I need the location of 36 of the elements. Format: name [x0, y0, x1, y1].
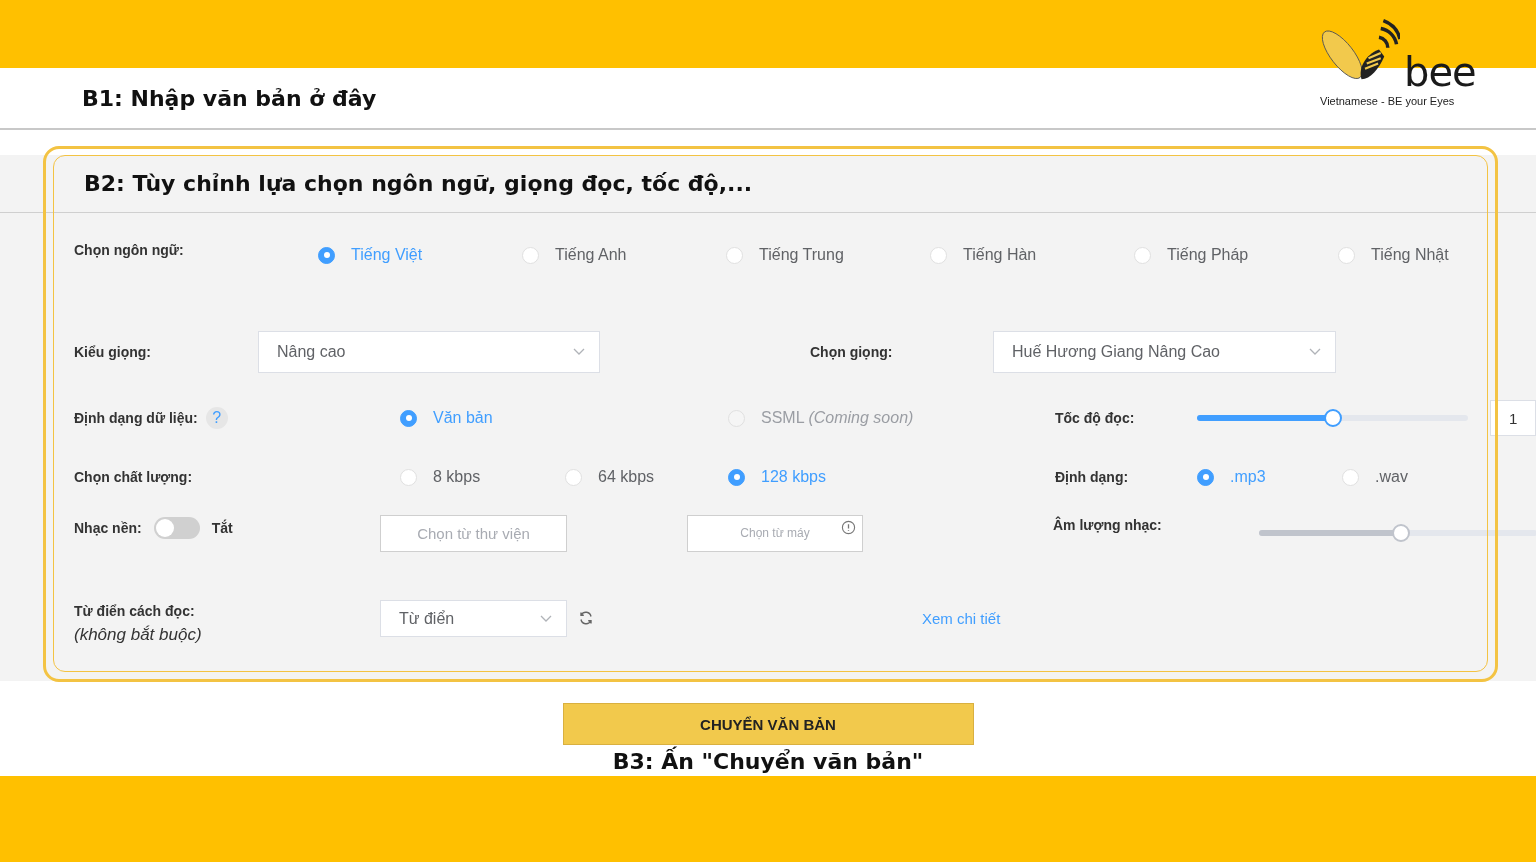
speed-input[interactable]: 1	[1490, 400, 1536, 436]
radio-option[interactable]: .wav	[1342, 468, 1492, 486]
dictionary-select[interactable]: Từ điển	[380, 600, 567, 637]
field-label: Chọn giọng:	[810, 344, 894, 360]
radio-option[interactable]: Tiếng Anh	[522, 246, 726, 264]
field-label: Định dạng dữ liệu:	[74, 410, 198, 426]
slider-handle[interactable]	[1391, 524, 1410, 542]
optional-note: (không bắt buộc)	[74, 625, 203, 645]
chevron-down-icon	[1309, 348, 1321, 356]
logo-tagline: Vietnamese - BE your Eyes	[1320, 95, 1455, 107]
info-icon	[841, 519, 856, 535]
toggle-switch[interactable]	[153, 517, 200, 539]
chevron-down-icon	[573, 348, 585, 356]
field-label: Chọn ngôn ngữ:	[74, 242, 185, 258]
radio-option[interactable]: 8 kbps	[400, 468, 565, 486]
field-label: Nhạc nền:	[74, 520, 142, 536]
field-label: Định dạng:	[1055, 469, 1130, 485]
chevron-down-icon	[540, 614, 552, 623]
field-label: Chọn chất lượng:	[74, 469, 194, 485]
convert-button[interactable]: CHUYỂN VĂN BẢN	[562, 703, 974, 745]
step-heading: B1: Nhập văn bản ở đây	[82, 85, 377, 111]
toggle-state: Tắt	[211, 520, 233, 536]
voice-type-select[interactable]: Nâng cao	[258, 331, 600, 373]
field-label: Kiểu giọng:	[74, 344, 152, 360]
radio-option[interactable]: Tiếng Pháp	[1134, 246, 1338, 264]
radio-option[interactable]: 64 kbps	[565, 468, 728, 486]
field-label: Âm lượng nhạc:	[1053, 517, 1163, 533]
field-label: Tốc độ đọc:	[1055, 410, 1136, 426]
radio-option[interactable]: Tiếng Nhật	[1338, 246, 1536, 264]
voice-select[interactable]: Huế Hương Giang Nâng Cao	[993, 331, 1336, 373]
step-heading: B2: Tùy chỉnh lựa chọn ngôn ngữ, giọng đọc, tốc độ,...	[84, 171, 753, 196]
refresh-icon[interactable]	[578, 610, 594, 626]
slider-handle[interactable]	[1323, 409, 1342, 427]
radio-option[interactable]: Tiếng Hàn	[930, 246, 1134, 264]
radio-option[interactable]: Tiếng Trung	[726, 246, 930, 264]
field-label: Từ điển cách đọc:	[74, 603, 196, 619]
